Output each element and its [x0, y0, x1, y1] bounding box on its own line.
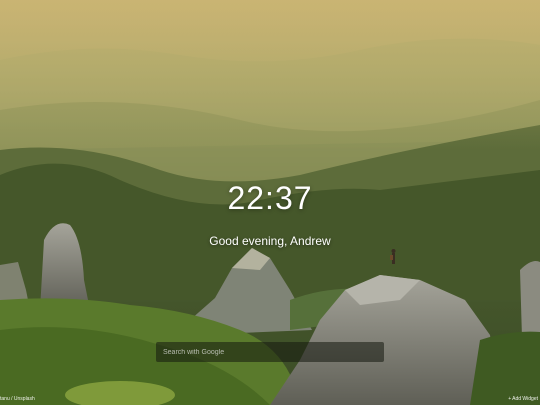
search-input[interactable]	[163, 348, 377, 356]
search-box[interactable]	[156, 342, 384, 362]
greeting-text: Good evening, Andrew	[209, 234, 331, 248]
photo-credit-link[interactable]: tanu / Unsplash	[0, 396, 35, 402]
plus-icon: +	[508, 396, 512, 402]
add-widget-label: Add Widget	[512, 396, 538, 402]
clock-time: 22:37	[227, 180, 313, 216]
add-widget-button[interactable]: + Add Widget	[508, 396, 538, 402]
new-tab-page: 22:37 Good evening, Andrew tanu / Unspla…	[0, 0, 540, 405]
